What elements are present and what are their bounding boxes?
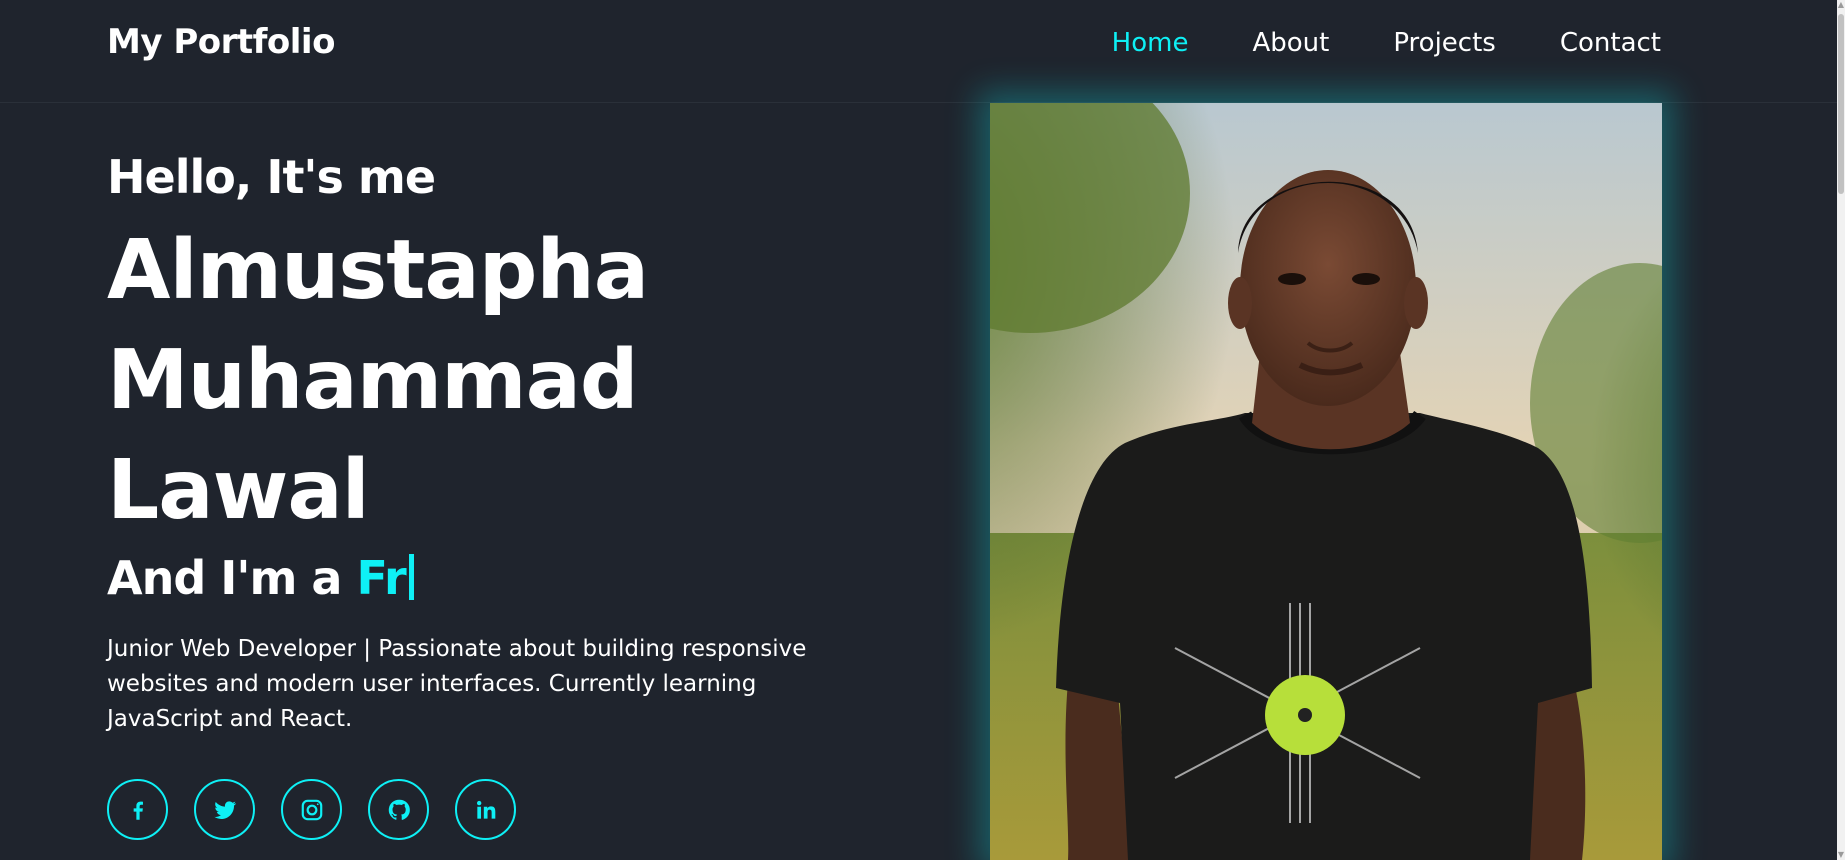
- typing-cursor: [408, 554, 414, 600]
- page-scrollbar[interactable]: ▲ ▼: [1837, 0, 1845, 860]
- nav-about[interactable]: About: [1252, 28, 1329, 58]
- github-link[interactable]: [368, 779, 429, 840]
- instagram-icon: [301, 799, 322, 820]
- site-header: My Portfolio Home About Projects Contact: [0, 0, 1837, 103]
- hero-name: Almustapha Muhammad Lawal: [107, 216, 867, 546]
- twitter-link[interactable]: [194, 779, 255, 840]
- nav-contact[interactable]: Contact: [1560, 28, 1661, 58]
- profile-photo: [990, 103, 1662, 860]
- hero-name-line-1: Almustapha: [107, 223, 649, 318]
- facebook-link[interactable]: [107, 779, 168, 840]
- hero-description: Junior Web Developer | Passionate about …: [107, 636, 807, 732]
- instagram-link[interactable]: [281, 779, 342, 840]
- hero-section: Hello, It's me Almustapha Muhammad Lawal…: [107, 148, 867, 737]
- scrollbar-thumb[interactable]: [1838, 14, 1844, 194]
- scroll-down-arrow-icon[interactable]: ▼: [1837, 850, 1845, 860]
- site-logo[interactable]: My Portfolio: [107, 22, 335, 62]
- role-typed-text: Fr: [356, 551, 407, 605]
- main-nav: Home About Projects Contact: [1112, 28, 1661, 58]
- facebook-icon: [133, 801, 143, 820]
- profile-photo-illustration: [990, 103, 1662, 860]
- hero-name-line-2: Muhammad: [107, 333, 639, 428]
- github-icon: [388, 799, 410, 820]
- scroll-up-arrow-icon[interactable]: ▲: [1837, 0, 1845, 10]
- linkedin-icon: [476, 800, 495, 819]
- hero-greeting: Hello, It's me: [107, 150, 436, 204]
- hero-role: And I'm a Fr: [107, 546, 867, 610]
- linkedin-link[interactable]: [455, 779, 516, 840]
- nav-projects[interactable]: Projects: [1393, 28, 1496, 58]
- nav-home[interactable]: Home: [1112, 28, 1189, 58]
- portfolio-page: My Portfolio Home About Projects Contact…: [0, 0, 1845, 860]
- social-links: [107, 779, 516, 840]
- role-prefix: And I'm a: [107, 551, 357, 605]
- twitter-icon: [213, 800, 236, 819]
- hero-name-line-3: Lawal: [107, 443, 370, 538]
